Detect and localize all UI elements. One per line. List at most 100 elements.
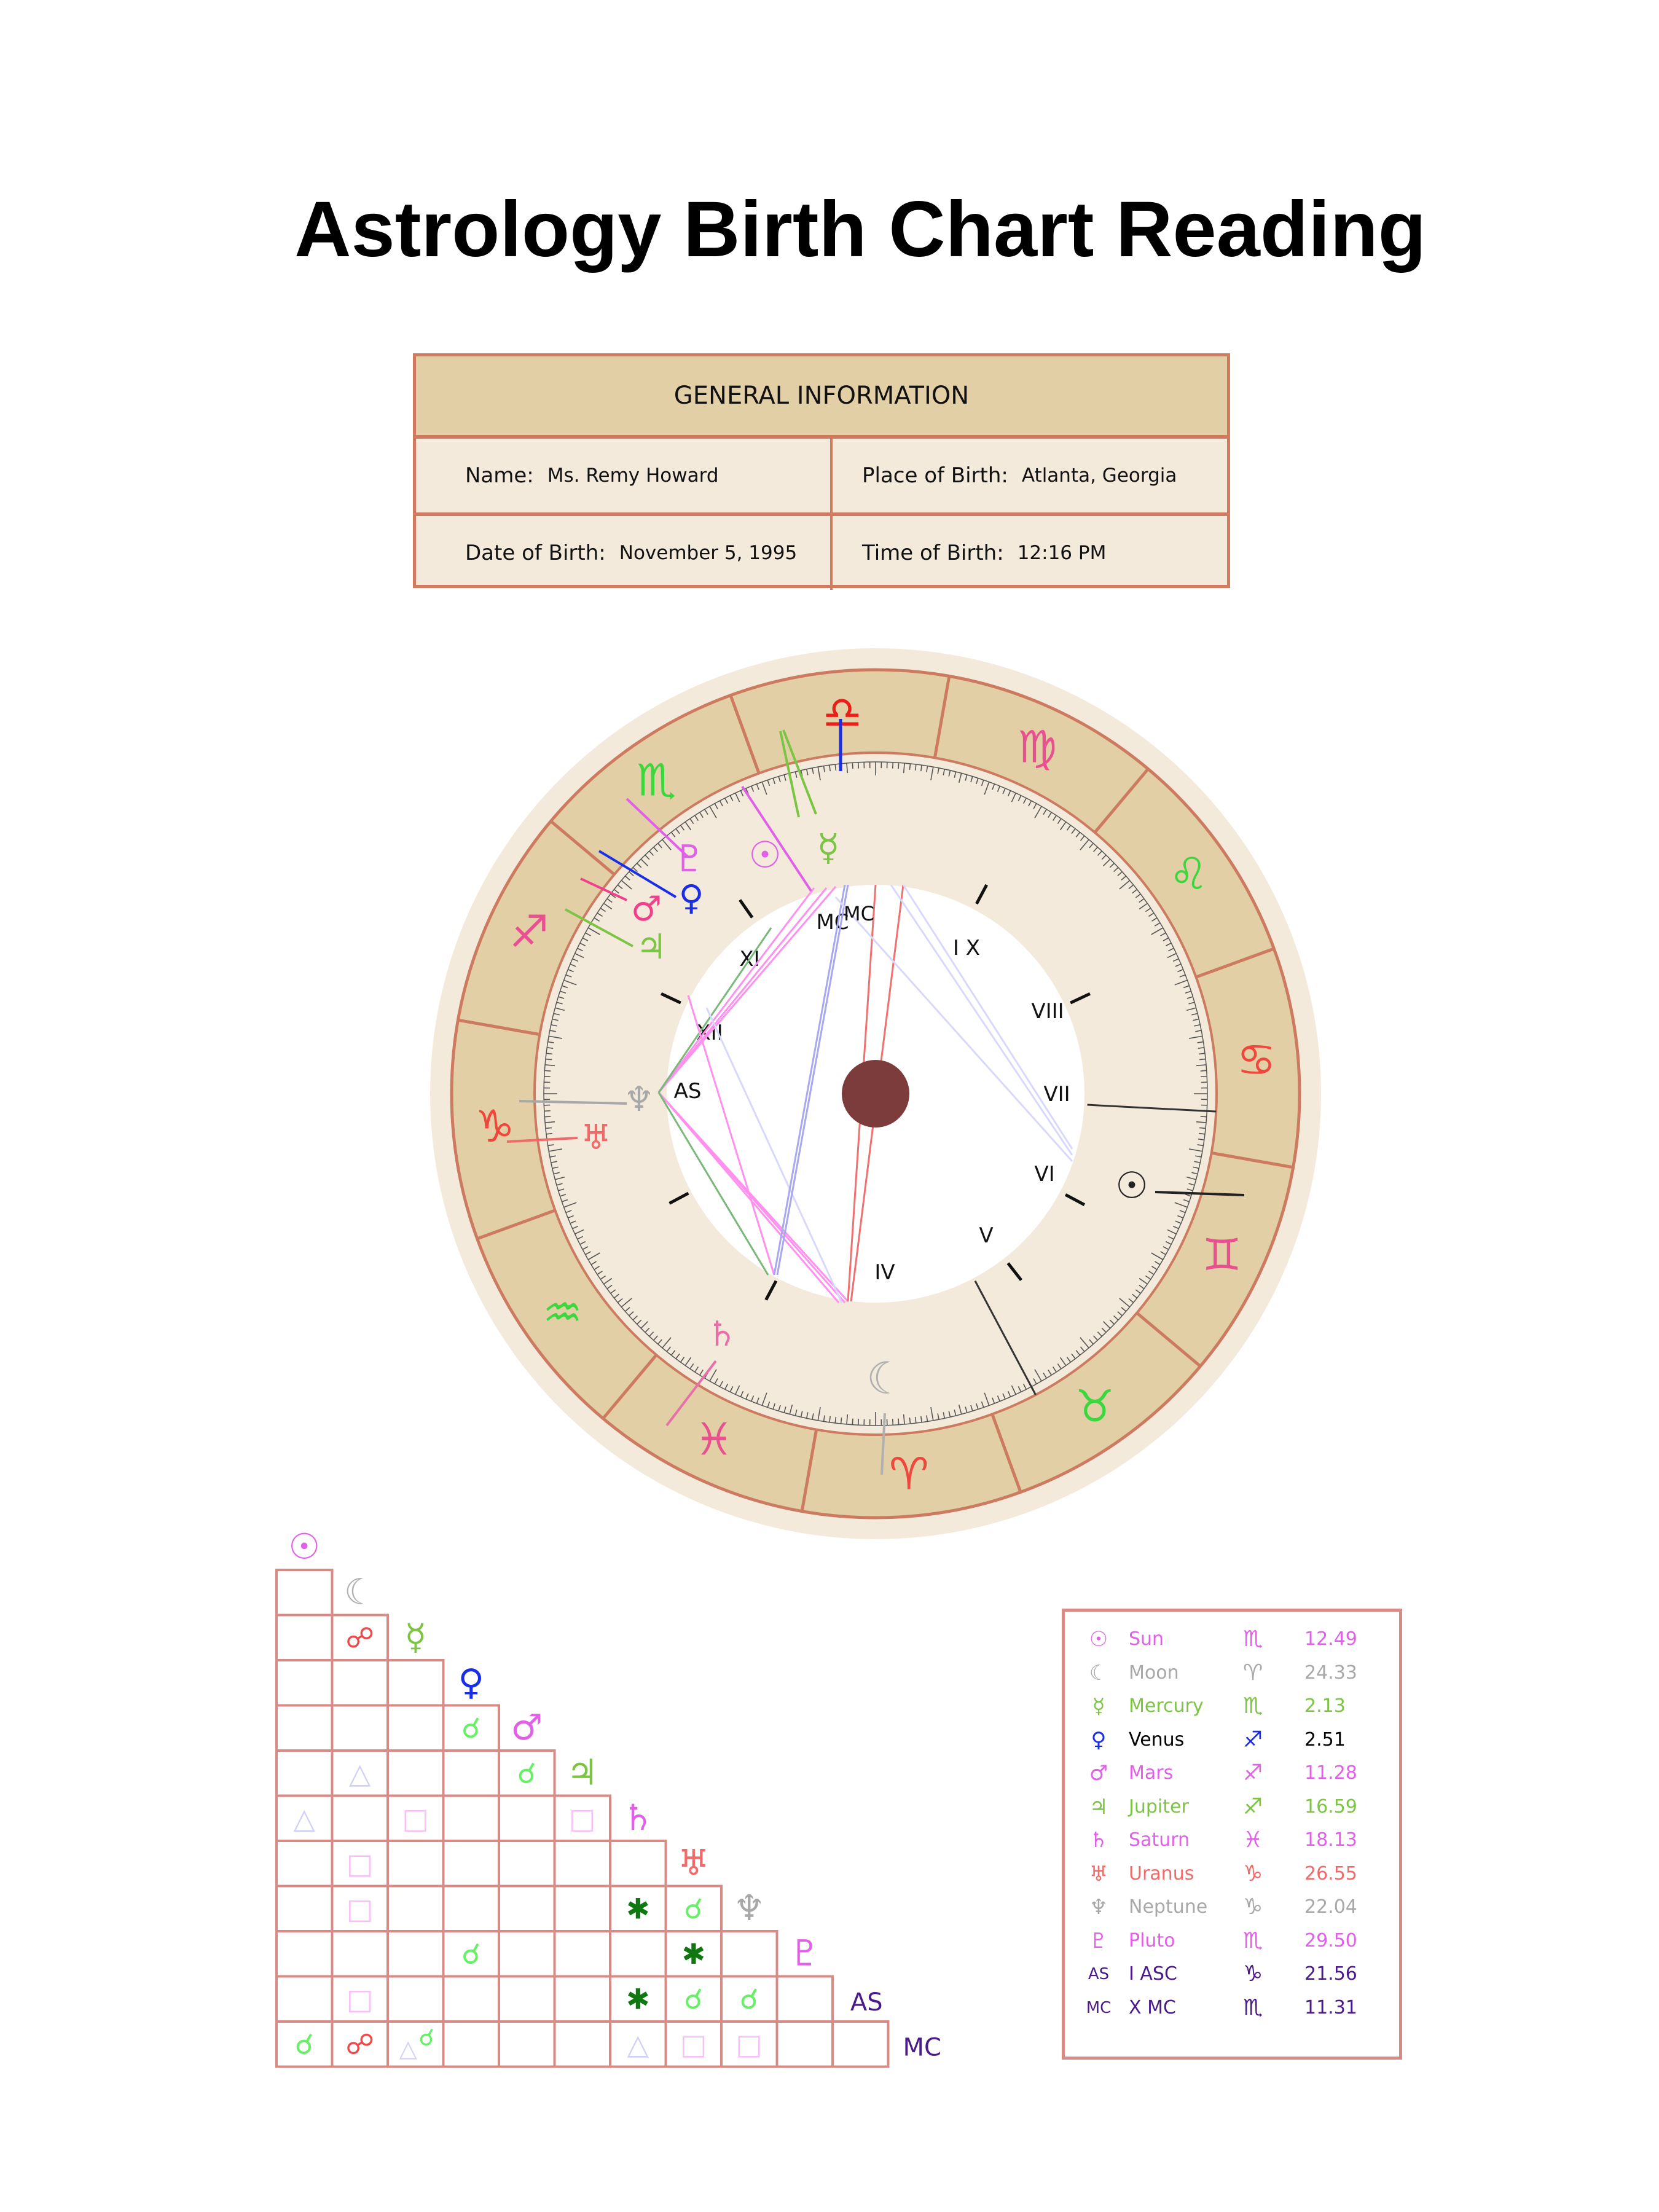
aspect-grid-body-label: ♇ <box>789 1932 821 1974</box>
aspect-grid-cell <box>442 1975 500 2023</box>
aspect-symbol-conjunction: ☌ <box>517 1757 536 1790</box>
aspect-grid-cell <box>442 1704 500 1752</box>
aspect-grid-cell <box>275 1885 334 1932</box>
aspect-grid-cell <box>275 1930 334 1978</box>
house-label: I X <box>953 936 980 960</box>
planet-degree: 18.13 <box>1304 1829 1357 1851</box>
zodiac-sign-icon: ♑ <box>1243 1861 1263 1886</box>
planet-degree: 22.04 <box>1304 1896 1357 1918</box>
planet-degree: 21.56 <box>1304 1963 1357 1985</box>
planet-glyph-icon: ♄ <box>1089 1828 1108 1853</box>
planet-glyph-icon: ♃ <box>1089 1794 1108 1819</box>
aspect-grid-cell <box>275 1794 334 1842</box>
aspect-symbol-square: □ <box>347 1847 373 1880</box>
aspect-grid-cell <box>775 1975 834 2023</box>
planet-name: X MC <box>1129 1996 1176 2018</box>
planet-glyph-icon: ♂ <box>1089 1761 1108 1786</box>
aspect-grid-cell <box>720 1975 779 2023</box>
aspect-grid-cell <box>498 1975 556 2023</box>
legend-row: ♂ Mars ♐ 11.28 <box>1065 1758 1399 1789</box>
legend-row: ♄ Saturn ♓ 18.13 <box>1065 1825 1399 1856</box>
legend-row: ☉ Sun ♏ 12.49 <box>1065 1624 1399 1655</box>
zodiac-sign-icon: ♐ <box>1243 1760 1263 1786</box>
degree-tick <box>545 1058 552 1061</box>
aspect-grid-cell <box>664 1885 723 1932</box>
aspect-symbol-conjunction: ☌ <box>461 1711 480 1744</box>
zodiac-sign-icon: ♏ <box>1243 1626 1263 1652</box>
degree-tick <box>909 1418 911 1424</box>
aspect-grid-cell <box>442 1885 500 1932</box>
aspect-symbol-trine: △ <box>349 1757 371 1790</box>
aspect-grid-cell <box>275 2020 334 2068</box>
aspect-grid-cell <box>275 1659 334 1707</box>
aspect-grid-cell <box>275 1569 334 1617</box>
aspect-symbol-square: □ <box>680 2028 707 2061</box>
aspect-grid-cell <box>498 1840 556 1888</box>
planet-glyph-icon: ♅ <box>1089 1861 1108 1886</box>
planet-degree: 12.49 <box>1304 1628 1357 1650</box>
aspect-grid-cell <box>498 1794 556 1842</box>
sign-glyph-aquarius: ♒ <box>543 1287 582 1338</box>
planet-name: Moon <box>1129 1661 1179 1684</box>
aspect-symbol-opposition: ☍ <box>345 1621 374 1654</box>
house-label: V <box>979 1223 993 1248</box>
degree-tick <box>1199 1058 1206 1061</box>
aspect-grid-cell <box>331 1704 389 1752</box>
aspect-grid-cell <box>720 1930 779 1978</box>
aspect-grid-cell <box>386 1749 445 1797</box>
degree-tick <box>544 1110 551 1112</box>
sign-glyph-aries: ♈ <box>889 1448 929 1500</box>
aspect-grid-cell <box>442 2020 500 2068</box>
sign-glyph-taurus: ♉ <box>1075 1381 1115 1432</box>
house-label: VI <box>1034 1162 1054 1186</box>
zodiac-sign-icon: ♓ <box>1243 1827 1263 1853</box>
aspect-symbol-square: □ <box>736 2028 763 2061</box>
aspect-grid-body-label: MC <box>903 2034 941 2062</box>
degree-tick <box>840 1418 842 1424</box>
aspect-grid-body-label: ♂ <box>511 1706 543 1748</box>
zodiac-sign-icon: ♏ <box>1243 1928 1263 1953</box>
aspect-symbol-square: □ <box>569 1802 595 1835</box>
aspect-grid-cell <box>386 1704 445 1752</box>
aspect-symbol-trine: △ <box>294 1802 316 1835</box>
aspect-grid-cell <box>386 1794 445 1842</box>
planet-glyph-icon: ☉ <box>1089 1627 1108 1652</box>
planet-degree: 11.31 <box>1304 1996 1357 2018</box>
aspect-grid-cell <box>609 1885 667 1932</box>
legend-row: ♃ Jupiter ♐ 16.59 <box>1065 1792 1399 1822</box>
zodiac-sign-icon: ♏ <box>1243 1994 1263 2020</box>
planet-glyph-icon: ♀ <box>1091 1727 1107 1752</box>
legend-row: ♇ Pluto ♏ 29.50 <box>1065 1926 1399 1956</box>
planet-glyph-jupiter: ♃ <box>636 927 667 967</box>
planet-name: Pluto <box>1129 1929 1175 1951</box>
planet-degree: 16.59 <box>1304 1795 1357 1818</box>
legend-row: ♆ Neptune ♑ 22.04 <box>1065 1892 1399 1923</box>
degree-tick <box>852 1418 853 1425</box>
degree-tick <box>1200 1116 1207 1118</box>
aspect-grid-cell <box>275 1975 334 2023</box>
birth-chart-wheel: ♎♍♌♋♊♉♈♓♒♑♐♏ASXIIXIMCI XVIIIVIIVIVIV☉☿♇♀… <box>430 648 1321 1539</box>
zodiac-sign-icon: ♐ <box>1243 1727 1263 1752</box>
legend-row: ☿ Mercury ♏ 2.13 <box>1065 1691 1399 1722</box>
planet-glyph-venus: ♀ <box>678 878 704 918</box>
aspect-grid-cell <box>331 1614 389 1661</box>
aspect-grid-cell <box>331 1885 389 1932</box>
aspect-grid-cell <box>331 1840 389 1888</box>
aspect-grid-cell <box>275 1749 334 1797</box>
planet-glyph-sun: ☉ <box>748 834 782 877</box>
aspect-grid-cell <box>498 1930 556 1978</box>
aspect-symbol-sextile: ✱ <box>626 1982 650 2015</box>
legend-row: ♅ Uranus ♑ 26.55 <box>1065 1859 1399 1889</box>
aspect-symbol-square: □ <box>402 1802 429 1835</box>
aspect-grid-cell <box>331 1975 389 2023</box>
planet-glyph-icon: ☾ <box>1089 1660 1108 1685</box>
degree-tick <box>857 1419 860 1426</box>
house-label: AS <box>674 1079 702 1104</box>
aspect-grid-body-label: ♄ <box>622 1797 654 1838</box>
aspect-symbol-conjunction: ☌ <box>684 1892 703 1925</box>
legend-row: AS I ASC ♑ 21.56 <box>1065 1959 1399 1990</box>
planet-glyph-icon: MC <box>1086 1998 1112 2017</box>
planet-glyph-pluto: ♇ <box>673 837 706 880</box>
aspect-symbol-conjunction: ☌ <box>295 2028 314 2061</box>
degree-tick <box>544 1070 551 1072</box>
